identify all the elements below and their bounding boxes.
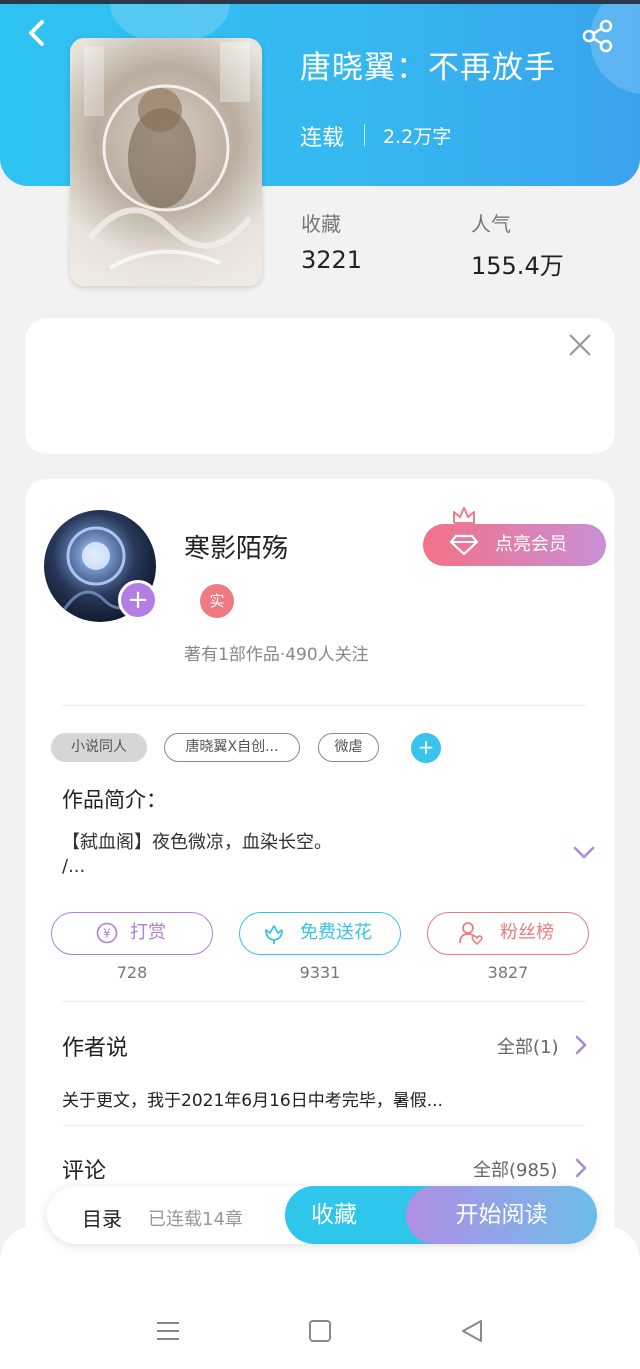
- start-reading-button[interactable]: 开始阅读: [406, 1186, 597, 1244]
- fan-ranking-label: 粉丝榜: [500, 922, 554, 943]
- flower-icon: [265, 925, 283, 944]
- system-nav-bar: [0, 1226, 640, 1369]
- popularity-value: 155.4万: [471, 252, 564, 280]
- tip-count: 728: [116, 963, 148, 982]
- favorites-value: 3221: [301, 246, 363, 274]
- tag-style[interactable]: 微虐: [318, 733, 379, 762]
- fan-count: 3827: [487, 963, 529, 982]
- cover-art: [84, 42, 253, 270]
- add-tag-button[interactable]: +: [411, 733, 441, 763]
- author-name[interactable]: 寒影陌殇: [184, 528, 288, 565]
- divider: [62, 705, 586, 706]
- tip-label: 打赏: [130, 922, 166, 943]
- intro-title: 作品简介：: [62, 788, 167, 812]
- popularity-label: 人气: [471, 212, 511, 236]
- author-meta: 著有1部作品·490人关注: [184, 645, 369, 665]
- back-nav-icon[interactable]: [459, 1318, 485, 1344]
- book-cover[interactable]: [70, 38, 262, 286]
- chevron-down-icon[interactable]: [572, 845, 596, 861]
- tip-button[interactable]: ¥ 打赏: [51, 912, 213, 955]
- tag-pairing[interactable]: 唐晓翼X自创...: [164, 733, 300, 762]
- close-icon[interactable]: [568, 333, 592, 357]
- fan-ranking-button[interactable]: 粉丝榜: [427, 912, 589, 955]
- ad-card: [25, 318, 615, 454]
- favorites-label: 收藏: [301, 212, 341, 236]
- author-says-text[interactable]: 关于更文，我于2021年6月16日中考完毕，暑假...: [62, 1086, 443, 1111]
- book-status: 连载: [300, 126, 345, 151]
- follow-author-button[interactable]: +: [118, 580, 158, 620]
- share-icon[interactable]: [580, 18, 616, 54]
- back-icon[interactable]: [22, 18, 52, 48]
- diamond-icon: [449, 534, 479, 556]
- intro-text: 【弑血阁】夜色微凉，血染长空。: [62, 832, 332, 853]
- chevron-right-icon[interactable]: [574, 1158, 588, 1178]
- send-flower-label: 免费送花: [300, 922, 372, 943]
- home-icon[interactable]: [307, 1318, 333, 1344]
- svg-text:¥: ¥: [103, 927, 111, 941]
- user-heart-icon: [459, 922, 483, 946]
- status-divider: [364, 124, 365, 146]
- flower-count: 9331: [299, 963, 341, 982]
- author-says-all-link[interactable]: 全部(1): [497, 1033, 559, 1059]
- send-flower-button[interactable]: 免费送花: [239, 912, 401, 955]
- toc-button[interactable]: 目录: [82, 1203, 122, 1232]
- real-name-badge: 实: [200, 584, 234, 618]
- menu-icon[interactable]: [155, 1318, 181, 1344]
- crown-icon: [453, 507, 475, 524]
- book-title: 唐晓翼：不再放手: [300, 50, 556, 86]
- chevron-right-icon[interactable]: [574, 1035, 588, 1055]
- divider: [62, 1125, 586, 1126]
- divider: [62, 1001, 586, 1002]
- word-count: 2.2万字: [383, 126, 452, 148]
- yen-icon: ¥: [96, 922, 118, 944]
- tag-category[interactable]: 小说同人: [51, 733, 147, 762]
- comments-all-link[interactable]: 全部(985): [473, 1156, 557, 1182]
- intro-text-more: /...: [62, 856, 86, 877]
- comments-title: 评论: [62, 1159, 107, 1184]
- chapter-count: 已连载14章: [148, 1209, 243, 1230]
- author-says-title: 作者说: [62, 1036, 129, 1061]
